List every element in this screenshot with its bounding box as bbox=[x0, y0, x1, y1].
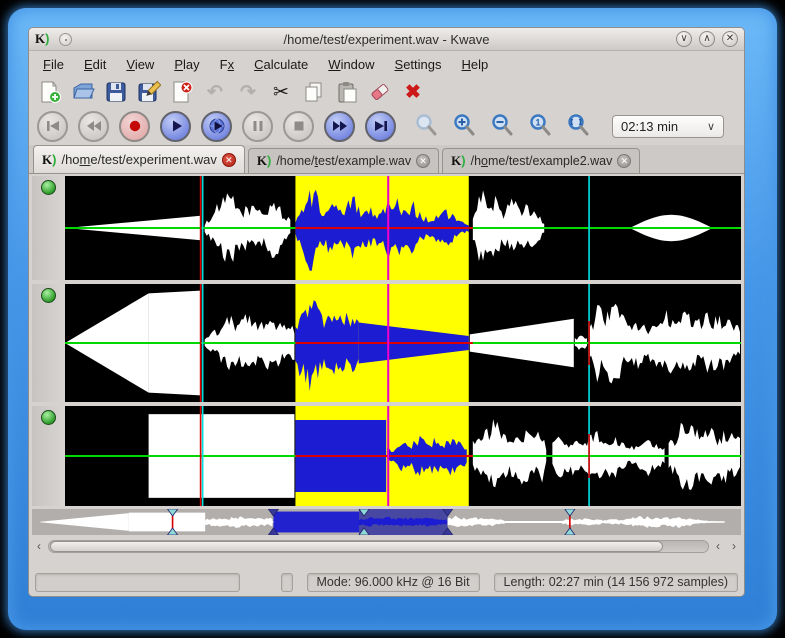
cut-icon[interactable]: ✂ bbox=[268, 79, 294, 105]
kwave-window: K) /home/test/experiment.wav - Kwave ∨ ∧… bbox=[28, 27, 745, 597]
track-3-led[interactable] bbox=[41, 410, 56, 425]
playback-toolbar: 1 02:13 min ∨ bbox=[29, 107, 744, 145]
scroll-left-icon[interactable]: ‹ bbox=[32, 539, 46, 554]
menu-file[interactable]: File bbox=[35, 54, 72, 75]
skip-backward-button[interactable] bbox=[37, 111, 68, 142]
paste-icon[interactable] bbox=[334, 79, 360, 105]
zoom-fit-icon[interactable] bbox=[566, 113, 592, 139]
menu-play[interactable]: Play bbox=[166, 54, 207, 75]
redo-icon[interactable]: ↷ bbox=[235, 79, 261, 105]
chevron-down-icon: ∨ bbox=[707, 120, 715, 133]
status-mode: Mode: 96.000 kHz @ 16 Bit bbox=[307, 573, 480, 592]
scroll-right-icon[interactable]: › bbox=[727, 539, 741, 554]
titlebar[interactable]: K) /home/test/experiment.wav - Kwave ∨ ∧… bbox=[29, 28, 744, 51]
stop-button[interactable] bbox=[283, 111, 314, 142]
tab-example-wav[interactable]: K) /home/test/example.wav ✕ bbox=[248, 148, 439, 173]
save-file-icon[interactable] bbox=[103, 79, 129, 105]
signal-view: ‹ ‹ › bbox=[29, 174, 744, 570]
track-1-controls bbox=[32, 176, 65, 280]
track-row-1 bbox=[32, 176, 741, 280]
menu-fx[interactable]: Fx bbox=[212, 54, 242, 75]
statusbar: Mode: 96.000 kHz @ 16 Bit Length: 02:27 … bbox=[29, 570, 744, 596]
zoom-toolbar: 1 bbox=[414, 113, 592, 139]
tab-close-icon[interactable]: ✕ bbox=[222, 153, 236, 167]
fast-forward-button[interactable] bbox=[324, 111, 355, 142]
desktop: K) /home/test/experiment.wav - Kwave ∨ ∧… bbox=[0, 0, 785, 638]
kwave-file-icon: K) bbox=[257, 153, 271, 169]
menu-help[interactable]: Help bbox=[454, 54, 497, 75]
menu-calculate[interactable]: Calculate bbox=[246, 54, 316, 75]
record-button[interactable] bbox=[119, 111, 150, 142]
kwave-file-icon: K) bbox=[42, 152, 56, 168]
zoom-time-select[interactable]: 02:13 min ∨ bbox=[612, 115, 724, 138]
copy-icon[interactable] bbox=[301, 79, 327, 105]
menu-settings[interactable]: Settings bbox=[387, 54, 450, 75]
status-tiny-panel bbox=[281, 573, 293, 592]
status-message-panel bbox=[35, 573, 240, 592]
track-1-waveform[interactable] bbox=[65, 176, 741, 280]
undo-icon[interactable]: ↶ bbox=[202, 79, 228, 105]
minimize-button[interactable]: ∨ bbox=[676, 31, 692, 47]
menubar: File Edit View Play Fx Calculate Window … bbox=[29, 51, 744, 77]
zoom-time-value: 02:13 min bbox=[621, 119, 678, 134]
track-row-2 bbox=[32, 284, 741, 402]
main-toolbar: ↶ ↷ ✂ ✖ bbox=[29, 77, 744, 107]
new-file-icon[interactable] bbox=[37, 79, 63, 105]
rewind-button[interactable] bbox=[78, 111, 109, 142]
track-2-waveform[interactable] bbox=[65, 284, 741, 402]
horizontal-scrollbar[interactable]: ‹ ‹ › bbox=[32, 538, 741, 555]
svg-text:1: 1 bbox=[535, 118, 540, 128]
tab-label: /home/test/example.wav bbox=[276, 154, 411, 168]
erase-icon[interactable] bbox=[367, 79, 393, 105]
tab-close-icon[interactable]: ✕ bbox=[416, 154, 430, 168]
tab-experiment-wav[interactable]: K) /home/test/experiment.wav ✕ bbox=[33, 145, 245, 173]
track-1-led[interactable] bbox=[41, 180, 56, 195]
tab-close-icon[interactable]: ✕ bbox=[617, 154, 631, 168]
tab-example2-wav[interactable]: K) /home/test/example2.wav ✕ bbox=[442, 148, 640, 173]
status-length: Length: 02:27 min (14 156 972 samples) bbox=[494, 573, 738, 592]
menu-view[interactable]: View bbox=[118, 54, 162, 75]
scrollbar-thumb[interactable] bbox=[50, 541, 663, 552]
zoom-100-icon[interactable]: 1 bbox=[528, 113, 554, 139]
track-2-led[interactable] bbox=[41, 288, 56, 303]
zoom-in-icon[interactable] bbox=[452, 113, 478, 139]
tab-label: /home/test/experiment.wav bbox=[61, 152, 216, 167]
pause-button[interactable] bbox=[242, 111, 273, 142]
scroll-left-secondary-icon[interactable]: ‹ bbox=[711, 539, 725, 554]
tabbar: K) /home/test/experiment.wav ✕ K) /home/… bbox=[29, 145, 744, 174]
zoom-selection-icon[interactable] bbox=[414, 113, 440, 139]
tab-label: /home/test/example2.wav bbox=[471, 154, 613, 168]
overview-wrap bbox=[32, 509, 741, 535]
maximize-button[interactable]: ∧ bbox=[699, 31, 715, 47]
kwave-file-icon: K) bbox=[451, 153, 465, 169]
track-3-waveform[interactable] bbox=[65, 406, 741, 506]
track-3-controls bbox=[32, 406, 65, 506]
skip-forward-button[interactable] bbox=[365, 111, 396, 142]
menu-window[interactable]: Window bbox=[320, 54, 382, 75]
scrollbar-groove[interactable] bbox=[48, 540, 709, 553]
open-file-icon[interactable] bbox=[70, 79, 96, 105]
menu-edit[interactable]: Edit bbox=[76, 54, 114, 75]
zoom-out-icon[interactable] bbox=[490, 113, 516, 139]
close-button[interactable]: ✕ bbox=[722, 31, 738, 47]
close-file-icon[interactable] bbox=[169, 79, 195, 105]
play-button[interactable] bbox=[160, 111, 191, 142]
track-row-3 bbox=[32, 406, 741, 506]
save-as-icon[interactable] bbox=[136, 79, 162, 105]
signal-overview[interactable] bbox=[32, 509, 741, 535]
track-2-controls bbox=[32, 284, 65, 402]
window-title: /home/test/experiment.wav - Kwave bbox=[29, 32, 744, 47]
loop-play-button[interactable] bbox=[201, 111, 232, 142]
delete-icon[interactable]: ✖ bbox=[400, 79, 426, 105]
